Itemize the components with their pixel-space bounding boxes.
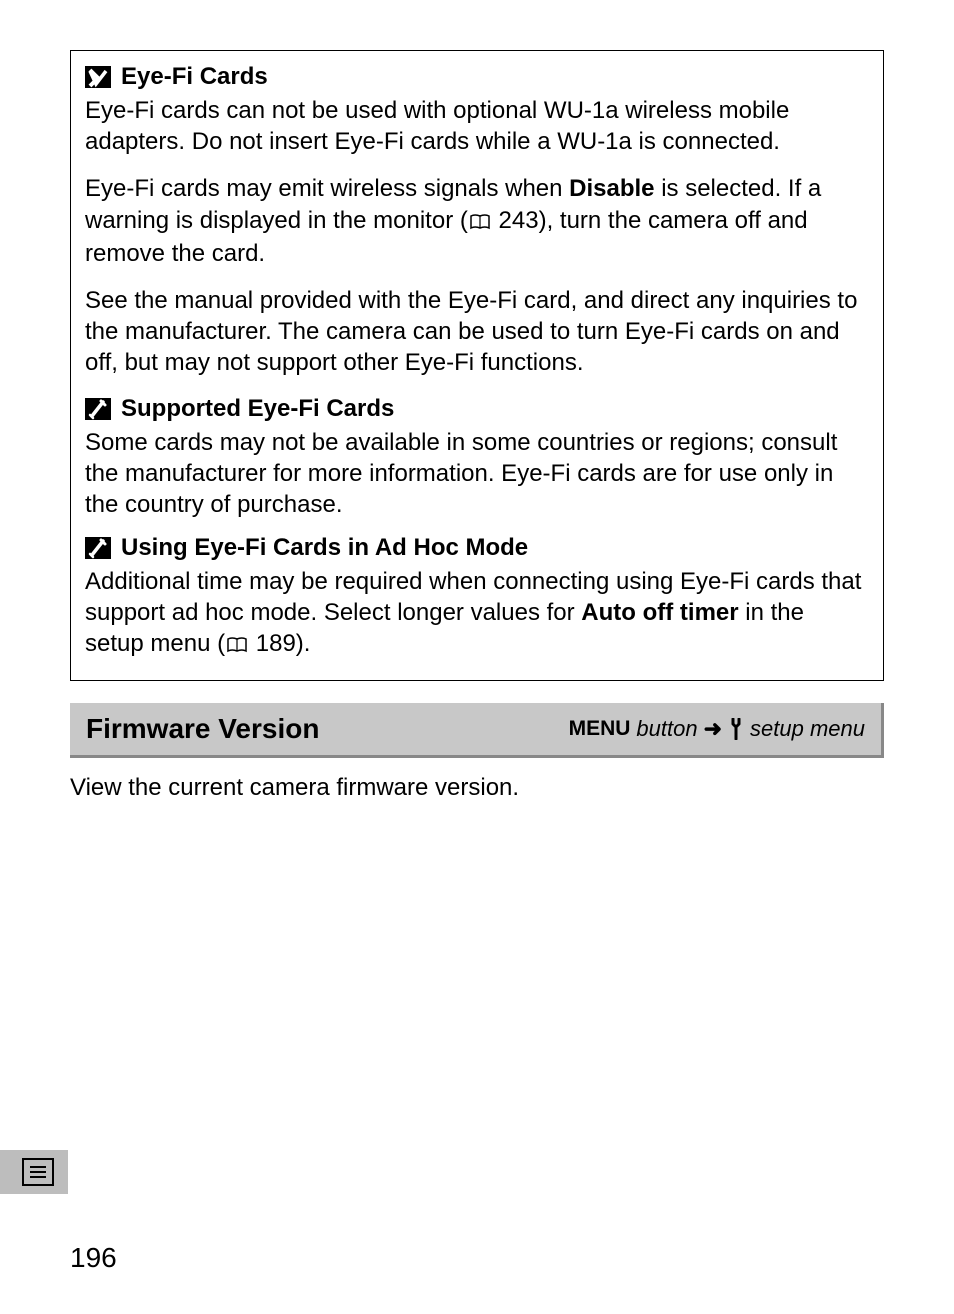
book-icon — [470, 207, 490, 238]
paragraph: Some cards may not be available in some … — [85, 427, 869, 521]
paragraph: See the manual provided with the Eye-Fi … — [85, 285, 869, 379]
side-tab — [0, 1150, 68, 1194]
note-icon — [85, 398, 111, 420]
section-head-adhoc: Using Eye-Fi Cards in Ad Hoc Mode — [85, 534, 869, 562]
caution-icon — [85, 66, 111, 88]
section-title: Using Eye-Fi Cards in Ad Hoc Mode — [121, 534, 528, 562]
paragraph: Additional time may be required when con… — [85, 566, 869, 662]
section-title: Supported Eye-Fi Cards — [121, 395, 394, 423]
bold-text: Disable — [569, 175, 654, 202]
text: ). — [296, 630, 311, 657]
page-ref: 189 — [256, 630, 296, 657]
section-title: Eye-Fi Cards — [121, 63, 268, 91]
info-box: Eye-Fi Cards Eye-Fi cards can not be use… — [70, 50, 884, 681]
section-header-bar: Firmware Version MENU button ➜ setup men… — [70, 703, 884, 758]
section-head-eyefi: Eye-Fi Cards — [85, 63, 869, 91]
header-breadcrumb: MENU button ➜ setup menu — [569, 716, 865, 742]
arrow-icon: ➜ — [704, 716, 722, 742]
book-icon — [227, 630, 247, 661]
bold-text: Auto off timer — [581, 599, 738, 626]
header-title: Firmware Version — [86, 713, 319, 745]
note-icon — [85, 537, 111, 559]
page-ref: 243 — [499, 207, 539, 234]
menu-label: MENU — [569, 717, 631, 741]
list-icon — [22, 1158, 54, 1186]
button-label: button — [636, 716, 697, 742]
paragraph: Eye-Fi cards may emit wireless signals w… — [85, 173, 869, 269]
section-head-supported: Supported Eye-Fi Cards — [85, 395, 869, 423]
wrench-icon — [728, 718, 744, 740]
paragraph: Eye-Fi cards can not be used with option… — [85, 95, 869, 157]
page-number: 196 — [70, 1242, 117, 1274]
text: Eye-Fi cards may emit wireless signals w… — [85, 175, 569, 202]
setup-menu-label: setup menu — [750, 716, 865, 742]
firmware-description: View the current camera firmware version… — [70, 772, 884, 803]
